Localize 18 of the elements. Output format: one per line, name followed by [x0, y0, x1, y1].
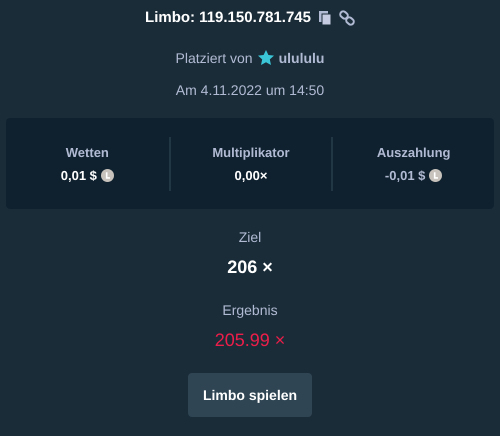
placed-by-label: Platziert von: [176, 50, 253, 66]
link-icon[interactable]: [338, 10, 355, 26]
username[interactable]: ulululu: [278, 50, 324, 66]
stat-value: 0,00×: [234, 168, 268, 182]
copy-icon[interactable]: [316, 10, 333, 26]
bet-title: Limbo: 119.150.781.745: [145, 9, 311, 26]
result-label: Ergebnis: [222, 302, 278, 318]
target-label: Ziel: [238, 229, 262, 245]
stat-value: -0,01 $: [384, 168, 426, 182]
stat-value: 0,01 $: [60, 168, 97, 182]
bet-date: Am 4.11.2022 um 14:50: [176, 82, 324, 98]
target-value: 206 ×: [227, 257, 273, 278]
play-button[interactable]: Limbo spielen: [188, 373, 312, 417]
stat-label: Auszahlung: [376, 144, 450, 160]
stat-label: Wetten: [66, 144, 109, 160]
result-value: 205.99 ×: [214, 330, 286, 351]
star-icon: [258, 50, 274, 66]
stat-label: Multiplikator: [212, 144, 290, 160]
